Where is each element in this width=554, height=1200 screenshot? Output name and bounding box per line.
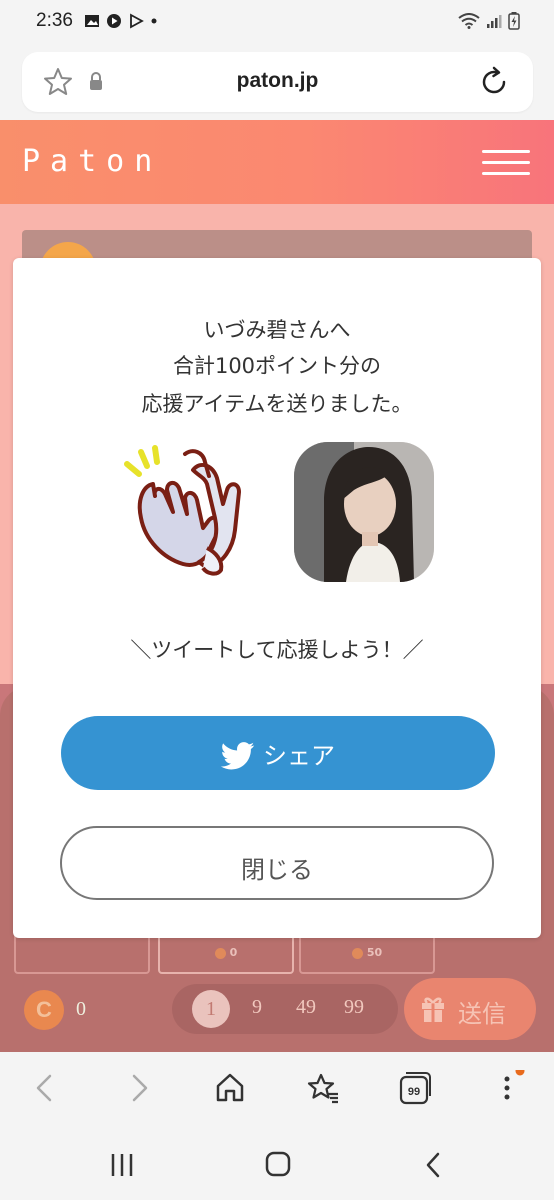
home-button-icon[interactable] (264, 1150, 292, 1178)
clapping-hands-icon (124, 445, 241, 576)
status-bar: 2:36 (0, 0, 554, 44)
tweet-prompt: ＼ツイートして応援しよう！／ (130, 638, 424, 662)
bookmarks-icon[interactable] (306, 1070, 340, 1106)
wifi-icon (458, 13, 480, 29)
dialog-message-line: 応援アイテムを送りました。 (141, 392, 413, 416)
browser-toolbar: 99 (0, 1052, 554, 1128)
url-text[interactable]: paton.jp (22, 69, 533, 93)
support-complete-dialog: いづみ碧さんへ 合計100ポイント分の 応援アイテムを送りました。 ＼ツイートし… (13, 258, 541, 938)
signal-icon (487, 15, 502, 28)
forward-icon[interactable] (126, 1070, 152, 1106)
close-button[interactable]: 閉じる (60, 826, 494, 900)
tabs-icon[interactable]: 99 (398, 1070, 432, 1106)
dialog-message-line: いづみ碧さんへ (203, 318, 351, 342)
avatar (294, 442, 434, 582)
battery-icon (508, 12, 520, 30)
share-label: シェア (263, 742, 335, 770)
more-menu-icon[interactable] (496, 1070, 526, 1106)
svg-text:99: 99 (408, 1086, 420, 1098)
reload-icon[interactable] (477, 65, 511, 99)
status-notification-icons (84, 13, 158, 29)
back-button-icon[interactable] (420, 1150, 446, 1180)
play-circle-icon (107, 14, 121, 28)
web-page: Paton 0 50 C 0 1 9 49 99 送信 いづみ碧さんへ 合計10… (0, 120, 554, 1052)
avatar-photo (294, 442, 434, 582)
address-bar[interactable]: paton.jp (22, 52, 533, 112)
home-icon[interactable] (214, 1070, 246, 1106)
dot-icon (151, 18, 157, 24)
status-time: 2:36 (36, 10, 73, 31)
share-twitter-button[interactable]: シェア (61, 716, 495, 790)
dialog-message-line: 合計100ポイント分の (172, 354, 382, 378)
recent-apps-icon[interactable] (108, 1152, 138, 1178)
close-label: 閉じる (241, 856, 313, 884)
twitter-bird-icon (220, 742, 255, 770)
status-system-icons (458, 12, 520, 30)
play-store-icon (130, 13, 144, 29)
back-icon[interactable] (32, 1070, 58, 1106)
gallery-icon (85, 15, 99, 27)
system-navigation-bar (0, 1128, 554, 1200)
